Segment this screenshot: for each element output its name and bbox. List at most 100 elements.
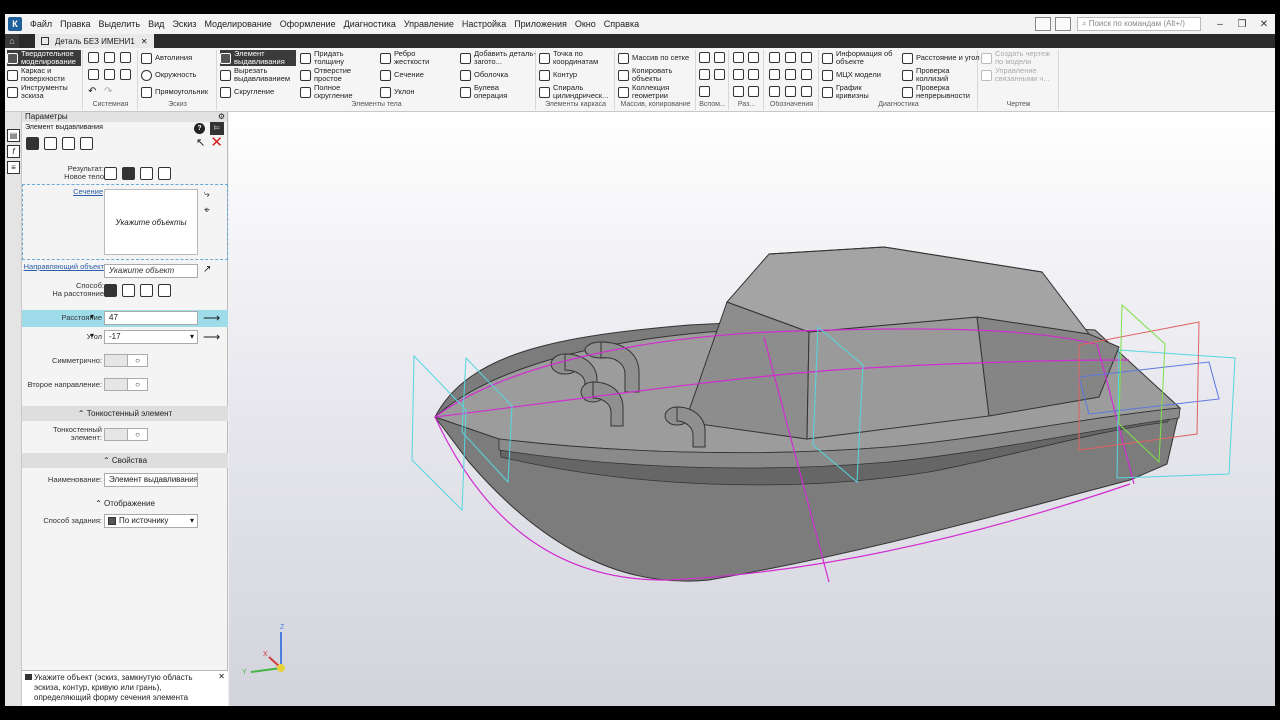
method-to-vertex-icon[interactable] bbox=[122, 284, 135, 297]
leader-icon[interactable] bbox=[769, 52, 780, 63]
menu-modeling[interactable]: Моделирование bbox=[200, 19, 275, 29]
chamfer-dim-icon[interactable] bbox=[748, 86, 759, 97]
menu-view[interactable]: Вид bbox=[144, 19, 168, 29]
props-tab-icon[interactable] bbox=[62, 137, 75, 150]
diameter-dim-icon[interactable] bbox=[748, 69, 759, 80]
mode-sketch-tools[interactable]: Инструменты эскиза bbox=[7, 84, 81, 100]
menu-settings[interactable]: Настройка bbox=[458, 19, 510, 29]
table-icon[interactable] bbox=[769, 86, 780, 97]
close-tab-icon[interactable]: ✕ bbox=[141, 37, 148, 46]
tool-distance-angle[interactable]: Расстояние и угол bbox=[902, 50, 980, 66]
tool-object-info[interactable]: Информация об объекте bbox=[822, 50, 900, 66]
display-section-header[interactable]: ⌃ Отображение bbox=[22, 496, 228, 511]
angle-direction-icon[interactable]: ⟶ bbox=[203, 330, 220, 344]
name-input[interactable]: Элемент выдавливания bbox=[104, 473, 198, 487]
menu-select[interactable]: Выделить bbox=[95, 19, 145, 29]
pick-direction-icon[interactable]: ↗ bbox=[203, 264, 211, 275]
pick-selection-icon[interactable]: ⌖ bbox=[204, 205, 210, 216]
symmetric-toggle[interactable]: ○ bbox=[104, 354, 148, 367]
radial-dim-icon[interactable] bbox=[733, 69, 744, 80]
view-direction-icon[interactable] bbox=[801, 86, 812, 97]
thin-wall-tab-icon[interactable] bbox=[44, 137, 57, 150]
tool-simple-hole[interactable]: Отверстие простое bbox=[300, 67, 364, 83]
tool-add-blank[interactable]: Добавить деталь-загото... bbox=[460, 50, 536, 66]
display-tab-icon[interactable] bbox=[80, 137, 93, 150]
home-icon[interactable]: ⌂ bbox=[5, 34, 19, 48]
menu-window[interactable]: Окно bbox=[571, 19, 600, 29]
redo-icon[interactable]: ↷ bbox=[104, 86, 115, 97]
tool-circle[interactable]: Окружность bbox=[141, 67, 196, 83]
text-icon[interactable] bbox=[801, 69, 812, 80]
tool-geometry-collection[interactable]: Коллекция геометрии bbox=[618, 84, 688, 100]
roughness-icon[interactable] bbox=[785, 52, 796, 63]
menu-apps[interactable]: Приложения bbox=[510, 19, 571, 29]
symbol-icon[interactable] bbox=[785, 86, 796, 97]
tool-fillet[interactable]: Скругление bbox=[220, 84, 274, 100]
3d-viewport[interactable]: Z Y X bbox=[229, 112, 1275, 706]
angle-input[interactable]: -17 ▾ bbox=[104, 330, 198, 344]
auto-dim-icon[interactable] bbox=[733, 86, 744, 97]
tool-curvature-graph[interactable]: График кривизны bbox=[822, 84, 882, 100]
result-merge-icon[interactable] bbox=[122, 167, 135, 180]
display-method-select[interactable]: По источнику ▾ bbox=[104, 514, 198, 528]
direction-object-link[interactable]: Направляющий объект bbox=[24, 263, 104, 271]
restore-icon[interactable]: ❐ bbox=[1231, 19, 1253, 30]
angle-select-arrow-icon[interactable]: ▾ bbox=[190, 331, 194, 343]
tool-linked-drawings[interactable]: Управление связанными ч... bbox=[981, 67, 1055, 83]
distance-input[interactable]: 47 bbox=[104, 311, 198, 325]
method-distance-icon[interactable] bbox=[104, 284, 117, 297]
section-link[interactable]: Сечение bbox=[73, 188, 103, 196]
tool-collision-check[interactable]: Проверка коллизий bbox=[902, 67, 966, 83]
menu-manage[interactable]: Управление bbox=[400, 19, 458, 29]
menu-list-icon[interactable]: ≡ bbox=[7, 161, 20, 174]
tool-grid-array[interactable]: Массив по сетке bbox=[618, 50, 689, 66]
base-icon[interactable] bbox=[801, 52, 812, 63]
angle-dropdown-icon[interactable]: ▾ bbox=[90, 331, 94, 340]
cabin-top[interactable] bbox=[726, 246, 1091, 335]
tool-extrusion[interactable]: Элемент выдавливания bbox=[220, 50, 296, 66]
tool-rib[interactable]: Ребро жесткости bbox=[380, 50, 438, 66]
method-to-surface-icon[interactable] bbox=[140, 284, 153, 297]
tool-rectangle[interactable]: Прямоугольник bbox=[141, 84, 208, 100]
tool-shell[interactable]: Оболочка bbox=[460, 67, 508, 83]
close-window-icon[interactable]: ✕ bbox=[1253, 19, 1275, 30]
section-objects-list[interactable]: Укажите объекты bbox=[104, 189, 198, 255]
tool-cut-extrusion[interactable]: Вырезать выдавливанием bbox=[220, 67, 298, 83]
direction-arrow-icon[interactable]: ⟶ bbox=[203, 311, 220, 325]
second-direction-toggle[interactable]: ○ bbox=[104, 378, 148, 391]
manager-icon[interactable] bbox=[120, 69, 131, 80]
tool-full-fillet[interactable]: Полное скругление bbox=[300, 84, 364, 100]
angular-dim-icon[interactable] bbox=[748, 52, 759, 63]
tool-draft[interactable]: Уклон bbox=[380, 84, 415, 100]
tool-continuity-check[interactable]: Проверка непрерывности bbox=[902, 84, 976, 100]
boat-model-svg[interactable]: Z Y X bbox=[229, 112, 1275, 706]
menu-diagnostics[interactable]: Диагностика bbox=[340, 19, 400, 29]
minimize-icon[interactable]: – bbox=[1209, 19, 1231, 30]
tolerance-icon[interactable] bbox=[769, 69, 780, 80]
tool-boolean[interactable]: Булева операция bbox=[460, 84, 524, 100]
properties-section-header[interactable]: ⌃ Свойства bbox=[22, 453, 228, 468]
distance-dropdown-icon[interactable]: ▾ bbox=[90, 312, 94, 321]
tool-helix[interactable]: Спираль цилиндрическ... bbox=[539, 84, 613, 100]
angle-plane-icon[interactable] bbox=[714, 69, 725, 80]
properties-icon[interactable] bbox=[104, 69, 115, 80]
csys-icon[interactable] bbox=[699, 86, 710, 97]
thin-wall-section-header[interactable]: ⌃ Тонкостенный элемент bbox=[22, 406, 228, 421]
marking-icon[interactable] bbox=[785, 69, 796, 80]
screenshot-icon[interactable] bbox=[1055, 17, 1071, 31]
tool-mass-props[interactable]: МЦХ модели bbox=[822, 67, 881, 83]
result-subtract-icon[interactable] bbox=[140, 167, 153, 180]
cancel-icon[interactable]: ✕ bbox=[210, 134, 223, 152]
close-hint-icon[interactable]: ✕ bbox=[218, 672, 225, 682]
mode-solid-modeling[interactable]: Твердотельное моделирование bbox=[7, 50, 81, 66]
model-tree-icon[interactable]: ▤ bbox=[7, 129, 20, 142]
edit-selection-icon[interactable]: ⤷ bbox=[204, 189, 210, 200]
tool-thicken[interactable]: Придать толщину bbox=[300, 50, 364, 66]
method-through-all-icon[interactable] bbox=[158, 284, 171, 297]
tool-autoline[interactable]: Автолиния bbox=[141, 50, 192, 66]
panel-settings-icon[interactable]: ⚙ bbox=[218, 112, 225, 122]
tool-point-coords[interactable]: Точка по координатам bbox=[539, 50, 613, 66]
menu-sketch[interactable]: Эскиз bbox=[168, 19, 200, 29]
linear-dim-icon[interactable] bbox=[733, 52, 744, 63]
layout-icon[interactable] bbox=[1035, 17, 1051, 31]
